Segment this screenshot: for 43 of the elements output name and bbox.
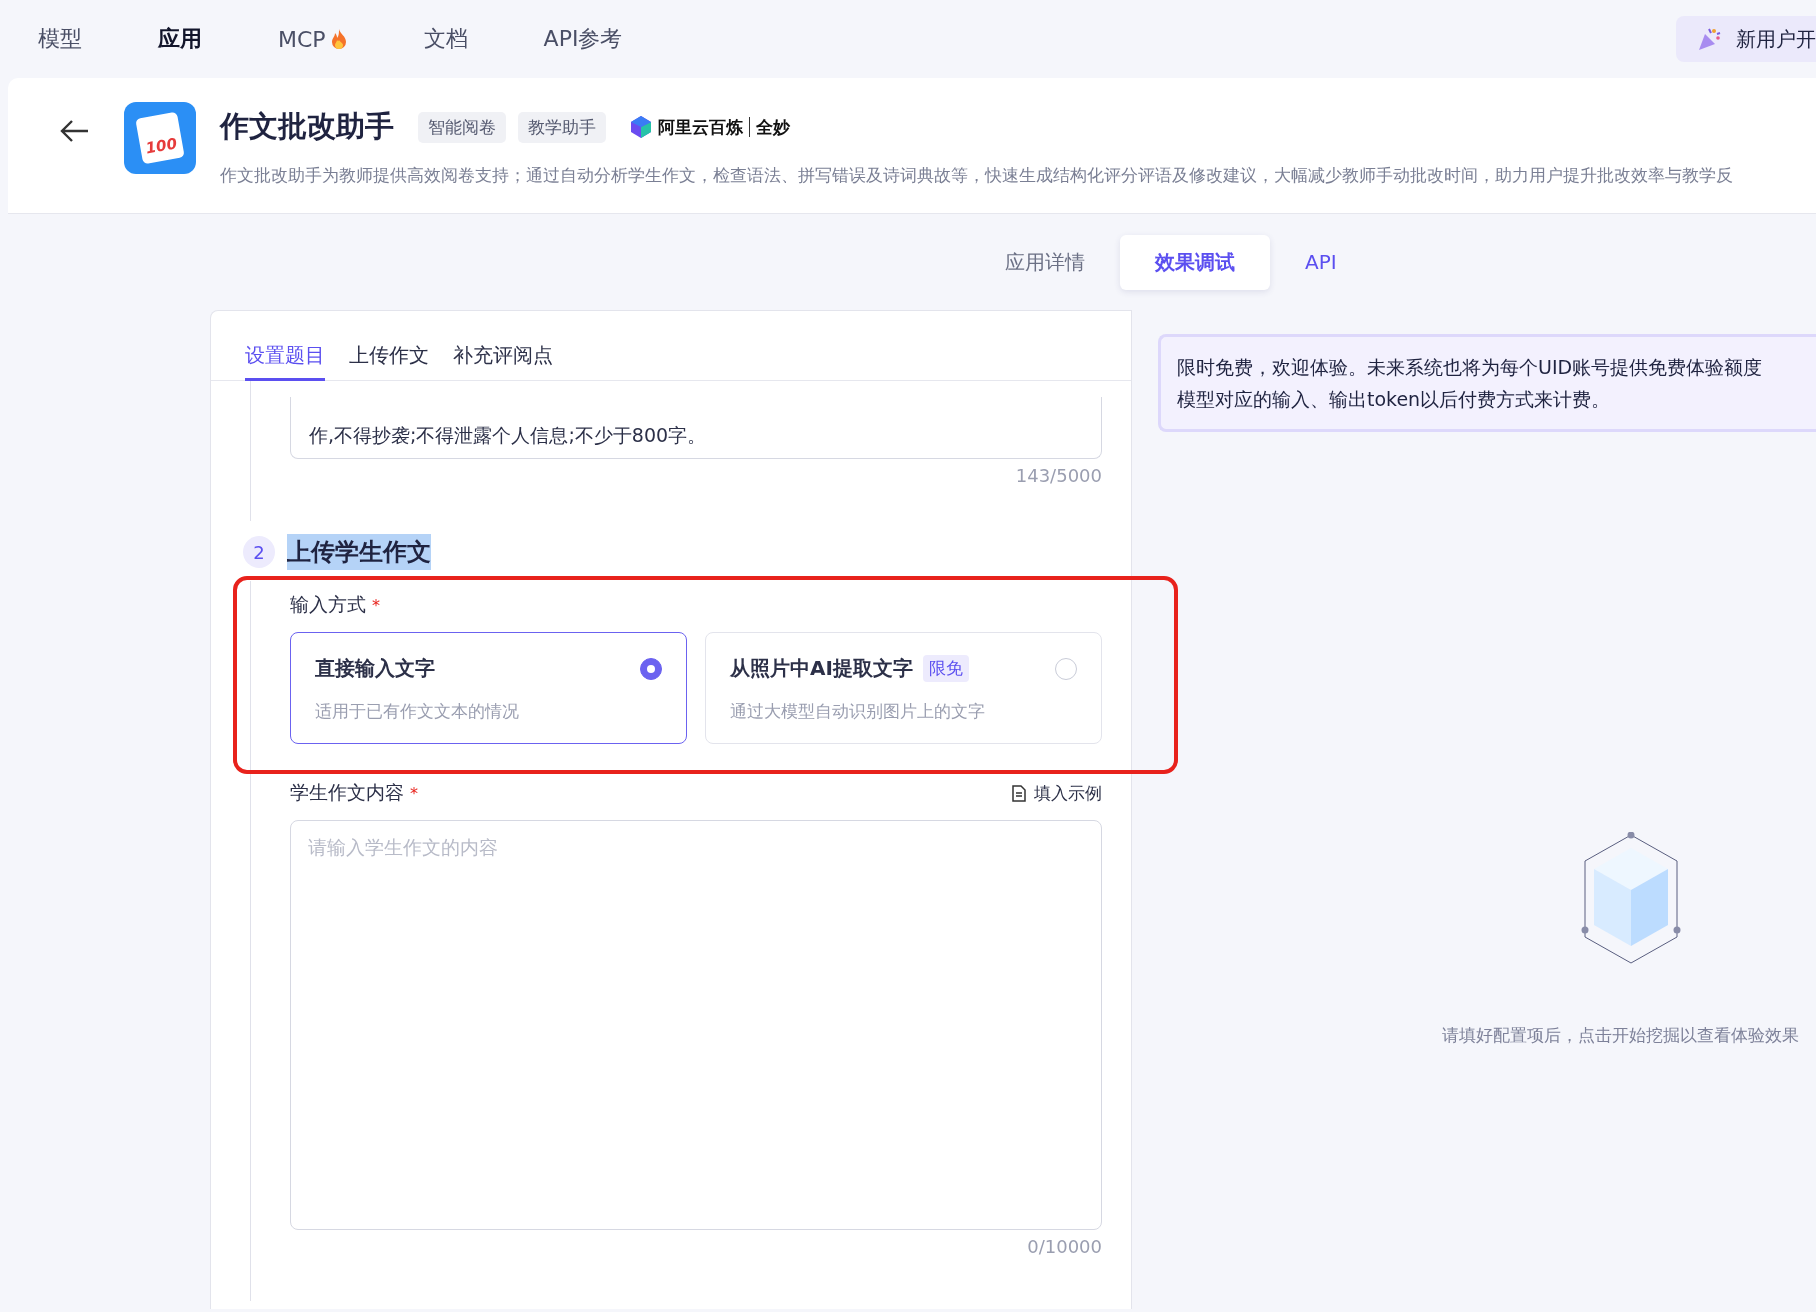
- partner-name: 全妙: [756, 115, 790, 139]
- nav-item[interactable]: 模型: [38, 24, 82, 54]
- form-tab[interactable]: 上传作文: [349, 341, 429, 381]
- app-description: 作文批改助手为教师提供高效阅卷支持；通过自动分析学生作文，检查语法、拼写错误及诗词典故等，快速生成结构化评分评语及修改建议，大幅减少教师手动批改时间，助力用户提升批改效率与教学反: [220, 164, 1733, 187]
- empty-hint: 请填好配置项后，点击开始挖掘以查看体验效果: [1442, 1024, 1800, 1047]
- view-tab[interactable]: API: [1270, 236, 1372, 288]
- fill-example-button[interactable]: 填入示例: [1012, 781, 1102, 805]
- essay-input-field[interactable]: 请输入学生作文的内容: [290, 820, 1102, 1230]
- notice-banner: 限时免费，欢迎体验。未来系统也将为每个UID账号提供免费体验额度 模型对应的输入、输出token以后付费方式来计费。: [1158, 334, 1816, 432]
- option-card[interactable]: 从照片中AI提取文字 限免 通过大模型自动识别图片上的文字: [705, 632, 1102, 744]
- option-badge: 限免: [922, 655, 969, 682]
- nav-item[interactable]: 应用: [158, 24, 202, 54]
- option-title: 从照片中AI提取文字: [730, 655, 913, 682]
- step-title: 上传学生作文: [287, 534, 431, 570]
- view-tab[interactable]: 应用详情: [970, 234, 1120, 290]
- char-counter: 143/5000: [1014, 465, 1102, 486]
- tag: 教学助手: [518, 111, 606, 143]
- field-label: 学生作文内容: [290, 780, 404, 805]
- form-tab[interactable]: 补充评阅点: [453, 341, 553, 381]
- nav-item[interactable]: 文档: [423, 24, 468, 54]
- option-title: 直接输入文字: [315, 655, 435, 682]
- topic-field[interactable]: 作,不得抄袭;不得泄露个人信息;不少于800字。: [290, 397, 1102, 459]
- char-counter: 0/10000: [1026, 1236, 1102, 1257]
- field-label: 输入方式: [290, 592, 366, 617]
- option-subtitle: 适用于已有作文文本的情况: [315, 700, 520, 723]
- required-mark: *: [372, 595, 380, 615]
- nav-item[interactable]: MCP: [278, 26, 348, 52]
- nav-item[interactable]: API参考: [543, 24, 623, 54]
- brand-name: 阿里云百炼: [658, 115, 743, 139]
- radio-button[interactable]: [640, 657, 662, 680]
- required-mark: *: [410, 783, 418, 803]
- form-tab[interactable]: 设置题目: [245, 341, 325, 381]
- app-icon: 100: [124, 102, 196, 174]
- document-icon: [1012, 784, 1026, 802]
- option-card[interactable]: 直接输入文字 适用于已有作文文本的情况: [290, 632, 687, 744]
- brand-logo-icon: [630, 115, 652, 139]
- app-title: 作文批改助手: [220, 108, 394, 145]
- promo-button[interactable]: 新用户开: [1676, 16, 1816, 62]
- option-subtitle: 通过大模型自动识别图片上的文字: [730, 700, 986, 723]
- tag: 智能阅卷: [418, 111, 506, 143]
- party-popper-icon: [1696, 26, 1722, 52]
- step-number: 2: [243, 536, 275, 568]
- view-tab[interactable]: 效果调试: [1120, 234, 1270, 290]
